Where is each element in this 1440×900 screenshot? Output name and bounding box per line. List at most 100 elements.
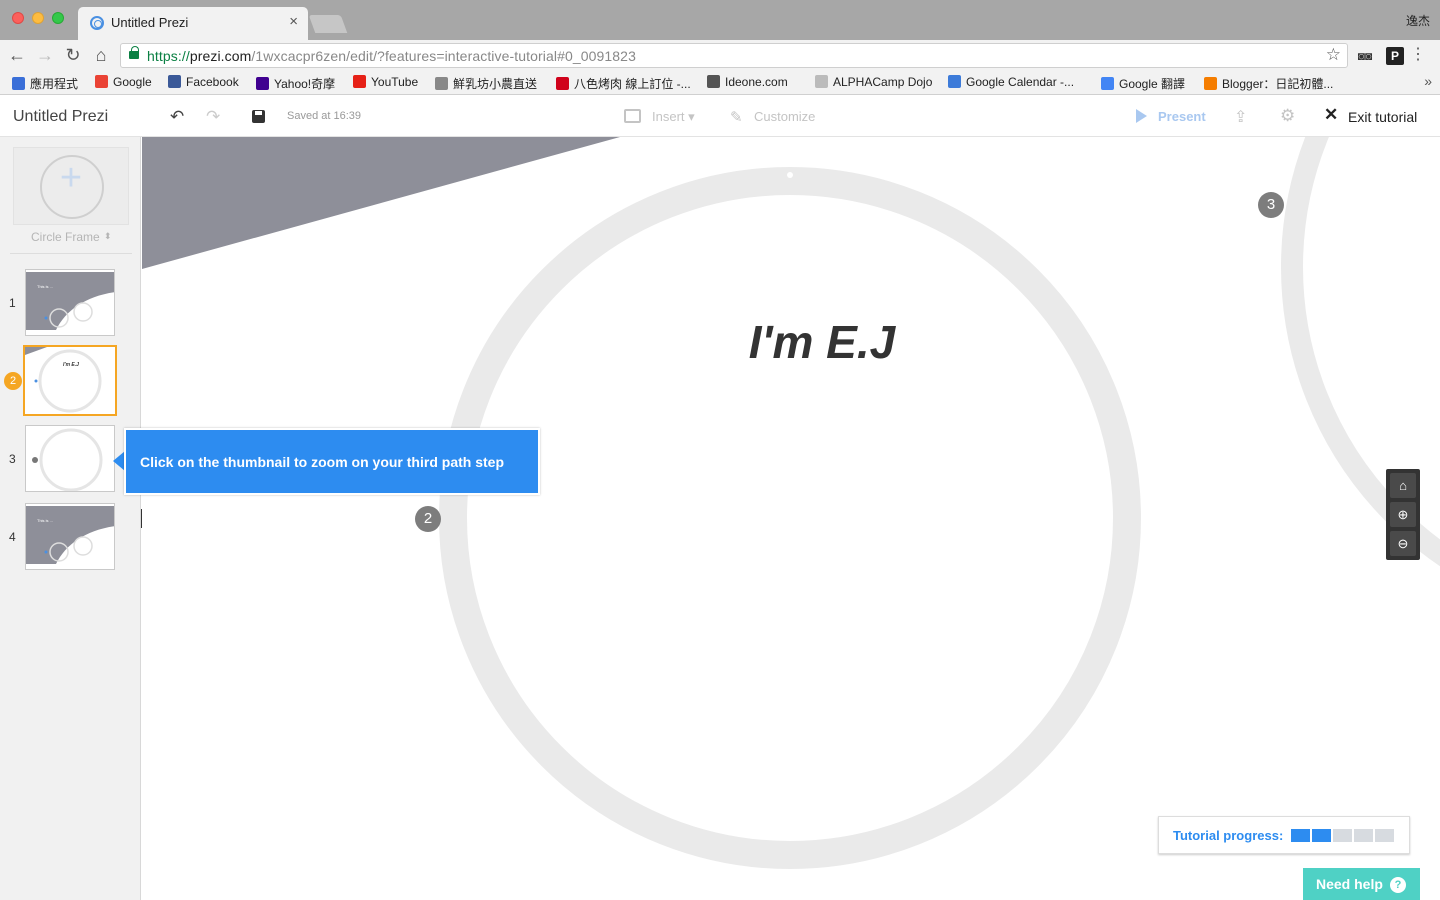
- bookmark-label: Ideone.com: [725, 75, 788, 89]
- google-icon: [95, 75, 108, 88]
- tab-title: Untitled Prezi: [111, 15, 189, 30]
- sidebar-divider: [10, 253, 132, 254]
- bookmark-item[interactable]: 應用程式: [12, 75, 78, 92]
- reload-icon[interactable]: ↻: [62, 45, 84, 65]
- url-scheme: https://: [147, 48, 190, 64]
- step-number-1: 1: [9, 296, 16, 310]
- close-icon[interactable]: ✕: [1324, 105, 1338, 125]
- back-arrow-icon[interactable]: ←: [6, 45, 28, 65]
- save-icon[interactable]: [252, 110, 265, 123]
- path-thumbnail-1[interactable]: [25, 269, 115, 336]
- slide-title[interactable]: I'm E.J: [672, 315, 972, 369]
- bookmarks-more-icon[interactable]: »: [1424, 73, 1432, 89]
- add-frame-button[interactable]: +: [13, 147, 129, 225]
- facebook-icon: [168, 75, 181, 88]
- bookmark-item[interactable]: Yahoo!奇摩: [256, 75, 335, 92]
- tooltip-text: Click on the thumbnail to zoom on your t…: [140, 454, 504, 470]
- bookmark-label: 應用程式: [30, 77, 79, 91]
- zoom-home-icon[interactable]: ⌂: [1390, 473, 1416, 498]
- path-thumbnail-2[interactable]: [23, 345, 117, 416]
- bookmark-label: Blogger：日記初體...: [1222, 77, 1334, 91]
- window-close-button[interactable]: [12, 12, 24, 24]
- bookmark-item[interactable]: ALPHACamp Dojo: [815, 75, 932, 89]
- bookmark-star-icon[interactable]: ☆: [1326, 45, 1341, 65]
- window-zoom-button[interactable]: [52, 12, 64, 24]
- progress-segment: [1333, 829, 1352, 842]
- path-thumbnail-4[interactable]: [25, 503, 115, 570]
- translate-icon: [1101, 77, 1114, 90]
- bookmark-item[interactable]: Ideone.com: [707, 75, 788, 89]
- home-icon[interactable]: ⌂: [90, 45, 112, 65]
- extension-mask-icon[interactable]: ◙◙: [1356, 47, 1374, 65]
- plus-icon: +: [59, 157, 83, 199]
- customize-button[interactable]: Customize: [754, 109, 815, 124]
- browser-menu-icon[interactable]: ⋮: [1410, 45, 1426, 65]
- path-sidebar: + Circle Frame ⬍ 1 2 3 4: [0, 137, 141, 900]
- address-bar[interactable]: https://prezi.com/1wxcacpr6zen/edit/?fea…: [120, 43, 1348, 68]
- lock-icon: [129, 46, 139, 59]
- prezi-canvas[interactable]: I'm E.J 2 3: [142, 137, 1440, 900]
- bookmark-label: Facebook: [186, 75, 239, 89]
- frame-type-label[interactable]: Circle Frame: [31, 230, 100, 244]
- zoom-controls: ⌂ ⊕ ⊖: [1386, 469, 1420, 560]
- updown-arrow-icon[interactable]: ⬍: [104, 231, 112, 242]
- present-button[interactable]: Present: [1158, 109, 1206, 124]
- brush-icon[interactable]: ✎: [730, 108, 743, 126]
- youtube-icon: [353, 75, 366, 88]
- profile-name[interactable]: 逸杰: [1406, 12, 1430, 29]
- progress-segment: [1312, 829, 1331, 842]
- bookmark-item[interactable]: Facebook: [168, 75, 239, 89]
- thumbnail-circle-image: [25, 347, 115, 414]
- cloud-icon: [435, 77, 448, 90]
- window-minimize-button[interactable]: [32, 12, 44, 24]
- saved-status: Saved at 16:39: [287, 110, 362, 122]
- exit-tutorial-button[interactable]: Exit tutorial: [1348, 109, 1417, 125]
- progress-segment: [1354, 829, 1373, 842]
- extension-p-icon[interactable]: P: [1386, 47, 1404, 65]
- browser-tab-active[interactable]: Untitled Prezi ×: [78, 7, 308, 40]
- zoom-out-icon[interactable]: ⊖: [1390, 531, 1416, 556]
- calendar-icon: [948, 75, 961, 88]
- bookmark-item[interactable]: Google 翻譯: [1101, 75, 1185, 92]
- bookmark-label: 鮮乳坊小農直送: [453, 77, 538, 91]
- url-text: https://prezi.com/1wxcacpr6zen/edit/?fea…: [147, 48, 636, 64]
- browser-tab-bar: Untitled Prezi × 逸杰: [0, 0, 1440, 40]
- insert-menu-button[interactable]: Insert ▾: [652, 109, 695, 125]
- bookmark-item[interactable]: YouTube: [353, 75, 418, 89]
- redo-icon[interactable]: ↷: [206, 107, 220, 127]
- tab-close-icon[interactable]: ×: [289, 13, 298, 30]
- forward-arrow-icon[interactable]: →: [34, 45, 56, 65]
- ideone-icon: [707, 75, 720, 88]
- presentation-title[interactable]: Untitled Prezi: [13, 108, 108, 126]
- bookmark-label: Yahoo!奇摩: [274, 77, 336, 91]
- bookmark-item[interactable]: 鮮乳坊小農直送: [435, 75, 537, 92]
- new-tab-button[interactable]: [308, 15, 348, 33]
- bookmark-item[interactable]: Blogger：日記初體...: [1204, 75, 1333, 92]
- url-path: /1wxcacpr6zen/edit/?features=interactive…: [251, 48, 636, 64]
- bookmark-item[interactable]: Google Calendar -...: [948, 75, 1074, 89]
- zoom-in-icon[interactable]: ⊕: [1390, 502, 1416, 527]
- bookmark-label: YouTube: [371, 75, 419, 89]
- step-number-3: 3: [9, 452, 16, 466]
- insert-icon[interactable]: [624, 109, 641, 123]
- path-marker-2[interactable]: 2: [415, 506, 441, 532]
- thumbnail-overview-image: [26, 270, 114, 335]
- step-badge-2: 2: [4, 372, 22, 390]
- path-marker-3[interactable]: 3: [1258, 192, 1284, 218]
- bookmark-label: ALPHACamp Dojo: [833, 75, 933, 89]
- thumb-2-title: I'm E.J: [63, 362, 79, 368]
- progress-segment: [1291, 829, 1310, 842]
- path-thumbnail-3[interactable]: [25, 425, 115, 492]
- apps-icon: [12, 77, 25, 90]
- tutorial-progress-label: Tutorial progress:: [1173, 828, 1284, 843]
- bookmark-item[interactable]: Google: [95, 75, 152, 89]
- blogger-icon: [1204, 77, 1217, 90]
- browser-toolbar: ← → ↻ ⌂ https://prezi.com/1wxcacpr6zen/e…: [0, 40, 1440, 71]
- undo-icon[interactable]: ↶: [170, 107, 184, 127]
- need-help-button[interactable]: Need help ?: [1303, 868, 1420, 900]
- gear-icon[interactable]: ⚙: [1280, 106, 1295, 126]
- play-icon[interactable]: [1136, 109, 1147, 123]
- bookmark-item[interactable]: 八色烤肉 線上訂位 -...: [556, 75, 691, 92]
- prezi-header: Untitled Prezi ↶ ↷ Saved at 16:39 Insert…: [0, 96, 1440, 137]
- share-icon[interactable]: ⇪: [1234, 107, 1247, 127]
